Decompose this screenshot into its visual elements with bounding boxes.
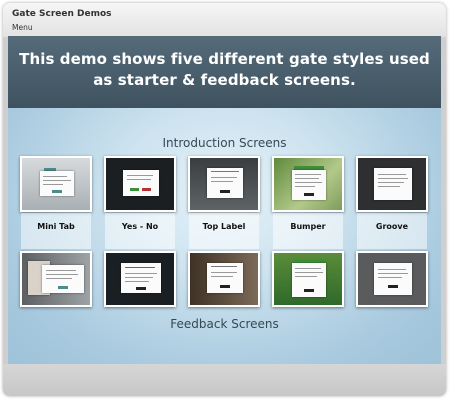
style-label-card: Mini Tab (21, 213, 91, 249)
player-footer (3, 364, 446, 396)
feedback-thumb-yes-no[interactable] (104, 251, 176, 307)
gate-card (292, 263, 326, 297)
feedback-thumb-mini-tab[interactable] (20, 251, 92, 307)
gate-card (123, 170, 159, 196)
start-button-mark (220, 190, 230, 193)
gate-card (207, 168, 243, 198)
style-label-top-label[interactable]: Top Label (189, 222, 259, 231)
style-label-card: Yes - No (105, 213, 175, 249)
introduction-heading: Introduction Screens (162, 136, 287, 150)
style-label-card: Bumper (273, 213, 343, 249)
continue-button-mark (220, 285, 230, 288)
app-title: Gate Screen Demos (12, 9, 112, 19)
gate-card (42, 265, 84, 293)
feedback-thumb-groove[interactable] (356, 251, 428, 307)
gate-card (121, 263, 161, 293)
continue-button-mark (304, 289, 314, 292)
feedback-thumb-bumper[interactable] (272, 251, 344, 307)
gate-card (374, 263, 412, 295)
intro-thumb-groove[interactable] (356, 156, 428, 212)
style-label-groove[interactable]: Groove (357, 222, 427, 231)
gate-card (374, 168, 412, 200)
menu-button[interactable]: Menu (12, 23, 33, 32)
intro-thumb-top-label[interactable] (188, 156, 260, 212)
title-bar: Gate Screen Demos Menu (3, 3, 446, 37)
start-button-mark (304, 193, 314, 196)
intro-thumb-mini-tab[interactable] (20, 156, 92, 212)
style-label-yes-no[interactable]: Yes - No (105, 222, 175, 231)
style-label-card: Top Label (189, 213, 259, 249)
gate-card (207, 263, 243, 293)
banner-text: This demo shows five different gate styl… (19, 50, 430, 89)
continue-button-mark (58, 286, 68, 289)
demo-stage: This demo shows five different gate styl… (8, 36, 441, 364)
start-button-mark (52, 190, 62, 193)
feedback-heading: Feedback Screens (170, 317, 279, 331)
style-label-mini-tab[interactable]: Mini Tab (21, 222, 91, 231)
style-label-card: Groove (357, 213, 427, 249)
no-button-mark (142, 188, 151, 191)
gate-card (40, 171, 74, 196)
continue-button-mark (388, 285, 398, 288)
intro-banner: This demo shows five different gate styl… (8, 36, 441, 108)
app-window: Gate Screen Demos Menu This demo shows f… (3, 3, 446, 396)
feedback-thumb-top-label[interactable] (188, 251, 260, 307)
style-label-bumper[interactable]: Bumper (273, 222, 343, 231)
gate-card (292, 170, 326, 200)
intro-thumb-yes-no[interactable] (104, 156, 176, 212)
yes-button-mark (130, 188, 139, 191)
intro-thumb-bumper[interactable] (272, 156, 344, 212)
continue-button-mark (136, 287, 146, 290)
